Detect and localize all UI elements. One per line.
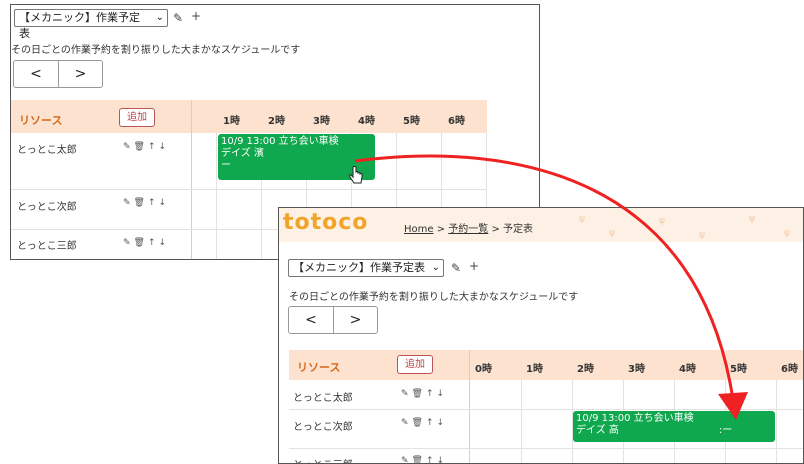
trash-icon[interactable]: 🗑	[412, 456, 426, 463]
hour-label: 6時	[781, 364, 798, 375]
breadcrumb-reservations[interactable]: 予約一覧	[448, 224, 488, 235]
row-actions: ✎🗑↑↓	[123, 142, 169, 152]
hour-label: 3時	[628, 364, 645, 375]
sprout-icon: ψ	[749, 214, 755, 224]
hour-label: 2時	[268, 116, 285, 127]
trash-icon[interactable]: 🗑	[412, 418, 426, 428]
grid-line	[776, 380, 777, 463]
next-button[interactable]: >	[333, 307, 377, 333]
hour-label: 2時	[577, 364, 594, 375]
hour-label: 4時	[679, 364, 696, 375]
arrow-down-icon[interactable]: ↓	[159, 238, 170, 248]
resource-name: とっとこ太郎	[293, 393, 353, 404]
event-title: 10/9 13:00 立ち会い車検	[221, 136, 339, 147]
sprout-icon: ψ	[579, 214, 585, 224]
resource-name: とっとこ次郎	[293, 422, 353, 433]
resources-label: リソース	[19, 114, 63, 127]
edit-icon[interactable]: ✎	[123, 142, 134, 152]
row-actions: ✎🗑↑↓	[123, 198, 169, 208]
arrow-down-icon[interactable]: ↓	[437, 389, 448, 399]
hour-label: 6時	[448, 116, 465, 127]
arrow-up-icon[interactable]: ↑	[148, 142, 159, 152]
sprout-icon: ψ	[609, 228, 615, 238]
event-title: 10/9 13:00 立ち会い車検	[576, 413, 694, 424]
breadcrumb-home[interactable]: Home	[404, 224, 434, 235]
hour-label: 1時	[223, 116, 240, 127]
arrow-up-icon[interactable]: ↑	[148, 198, 159, 208]
edit-icon[interactable]: ✎	[173, 11, 183, 25]
hour-label: 5時	[403, 116, 420, 127]
edit-icon[interactable]: ✎	[401, 418, 412, 428]
sprout-icon: ψ	[659, 216, 665, 226]
resources-label: リソース	[297, 361, 341, 374]
timeline-header	[289, 350, 803, 380]
breadcrumb-current: 予定表	[503, 224, 534, 235]
edit-icon[interactable]: ✎	[401, 456, 412, 463]
date-nav: < >	[288, 306, 378, 334]
hour-label: 3時	[313, 116, 330, 127]
chevron-down-icon: ⌄	[155, 12, 164, 23]
arrow-down-icon[interactable]: ↓	[437, 418, 448, 428]
grid-line	[469, 350, 470, 463]
event-vehicle: デイズ 濱	[221, 148, 264, 159]
arrow-down-icon[interactable]: ↓	[437, 456, 448, 463]
row-actions: ✎🗑↑↓	[401, 456, 448, 463]
row-divider	[11, 189, 487, 190]
arrow-down-icon[interactable]: ↓	[159, 198, 170, 208]
resource-name: とっとこ三郎	[293, 456, 353, 463]
arrow-up-icon[interactable]: ↑	[426, 418, 437, 428]
breadcrumb: Home > 予約一覧 > 予定表	[404, 224, 534, 235]
resource-name: とっとこ次郎	[17, 202, 77, 213]
sprout-icon: ψ	[699, 230, 705, 240]
hour-label: 0時	[475, 364, 492, 375]
scheduler-window-after: ψ ψ ψ ψ ψ ψ totoco Home > 予約一覧 > 予定表 【メカ…	[278, 207, 804, 464]
trash-icon[interactable]: 🗑	[134, 238, 148, 248]
plus-icon[interactable]: +	[469, 259, 479, 273]
hour-label: 1時	[526, 364, 543, 375]
date-nav: < >	[13, 60, 103, 88]
trash-icon[interactable]: 🗑	[134, 198, 148, 208]
grid-line	[191, 100, 192, 259]
sprout-icon: ψ	[784, 228, 790, 238]
hour-label: 4時	[358, 116, 375, 127]
trash-icon[interactable]: 🗑	[412, 389, 426, 399]
arrow-up-icon[interactable]: ↑	[426, 389, 437, 399]
add-resource-button[interactable]: 追加	[119, 108, 155, 127]
schedule-select[interactable]: 【メカニック】作業予定表 ⌄	[288, 259, 444, 277]
prev-button[interactable]: <	[289, 307, 333, 333]
description: その日ごとの作業予約を割り振りした大まかなスケジュールです	[11, 45, 301, 56]
event-vehicle: デイズ 高:ー	[576, 425, 733, 436]
chevron-down-icon: ⌄	[431, 262, 440, 273]
plus-icon[interactable]: +	[191, 9, 201, 23]
logo[interactable]: totoco	[283, 210, 368, 235]
hour-label: 5時	[730, 364, 747, 375]
row-actions: ✎🗑↑↓	[401, 418, 447, 428]
arrow-up-icon[interactable]: ↑	[426, 456, 437, 463]
prev-button[interactable]: <	[14, 61, 58, 87]
grid-line	[521, 380, 522, 463]
resource-name: とっとこ太郎	[17, 145, 77, 156]
add-resource-button[interactable]: 追加	[397, 355, 433, 374]
trash-icon[interactable]: 🗑	[134, 142, 148, 152]
description: その日ごとの作業予約を割り振りした大まかなスケジュールです	[289, 292, 579, 303]
event-block[interactable]: 10/9 13:00 立ち会い車検 デイズ 高:ー	[573, 411, 775, 442]
row-actions: ✎🗑↑↓	[401, 389, 447, 399]
row-actions: ✎🗑↑↓	[123, 238, 169, 248]
schedule-select[interactable]: 【メカニック】作業予定表 ⌄	[14, 9, 168, 40]
hand-cursor-icon	[349, 166, 363, 184]
row-divider	[289, 409, 803, 410]
resource-name: とっとこ三郎	[17, 241, 77, 252]
edit-icon[interactable]: ✎	[451, 261, 461, 275]
edit-icon[interactable]: ✎	[123, 198, 134, 208]
edit-icon[interactable]: ✎	[123, 238, 134, 248]
row-divider	[289, 448, 803, 449]
edit-icon[interactable]: ✎	[401, 389, 412, 399]
grid-line	[216, 133, 217, 259]
arrow-down-icon[interactable]: ↓	[159, 142, 170, 152]
arrow-up-icon[interactable]: ↑	[148, 238, 159, 248]
next-button[interactable]: >	[58, 61, 102, 87]
